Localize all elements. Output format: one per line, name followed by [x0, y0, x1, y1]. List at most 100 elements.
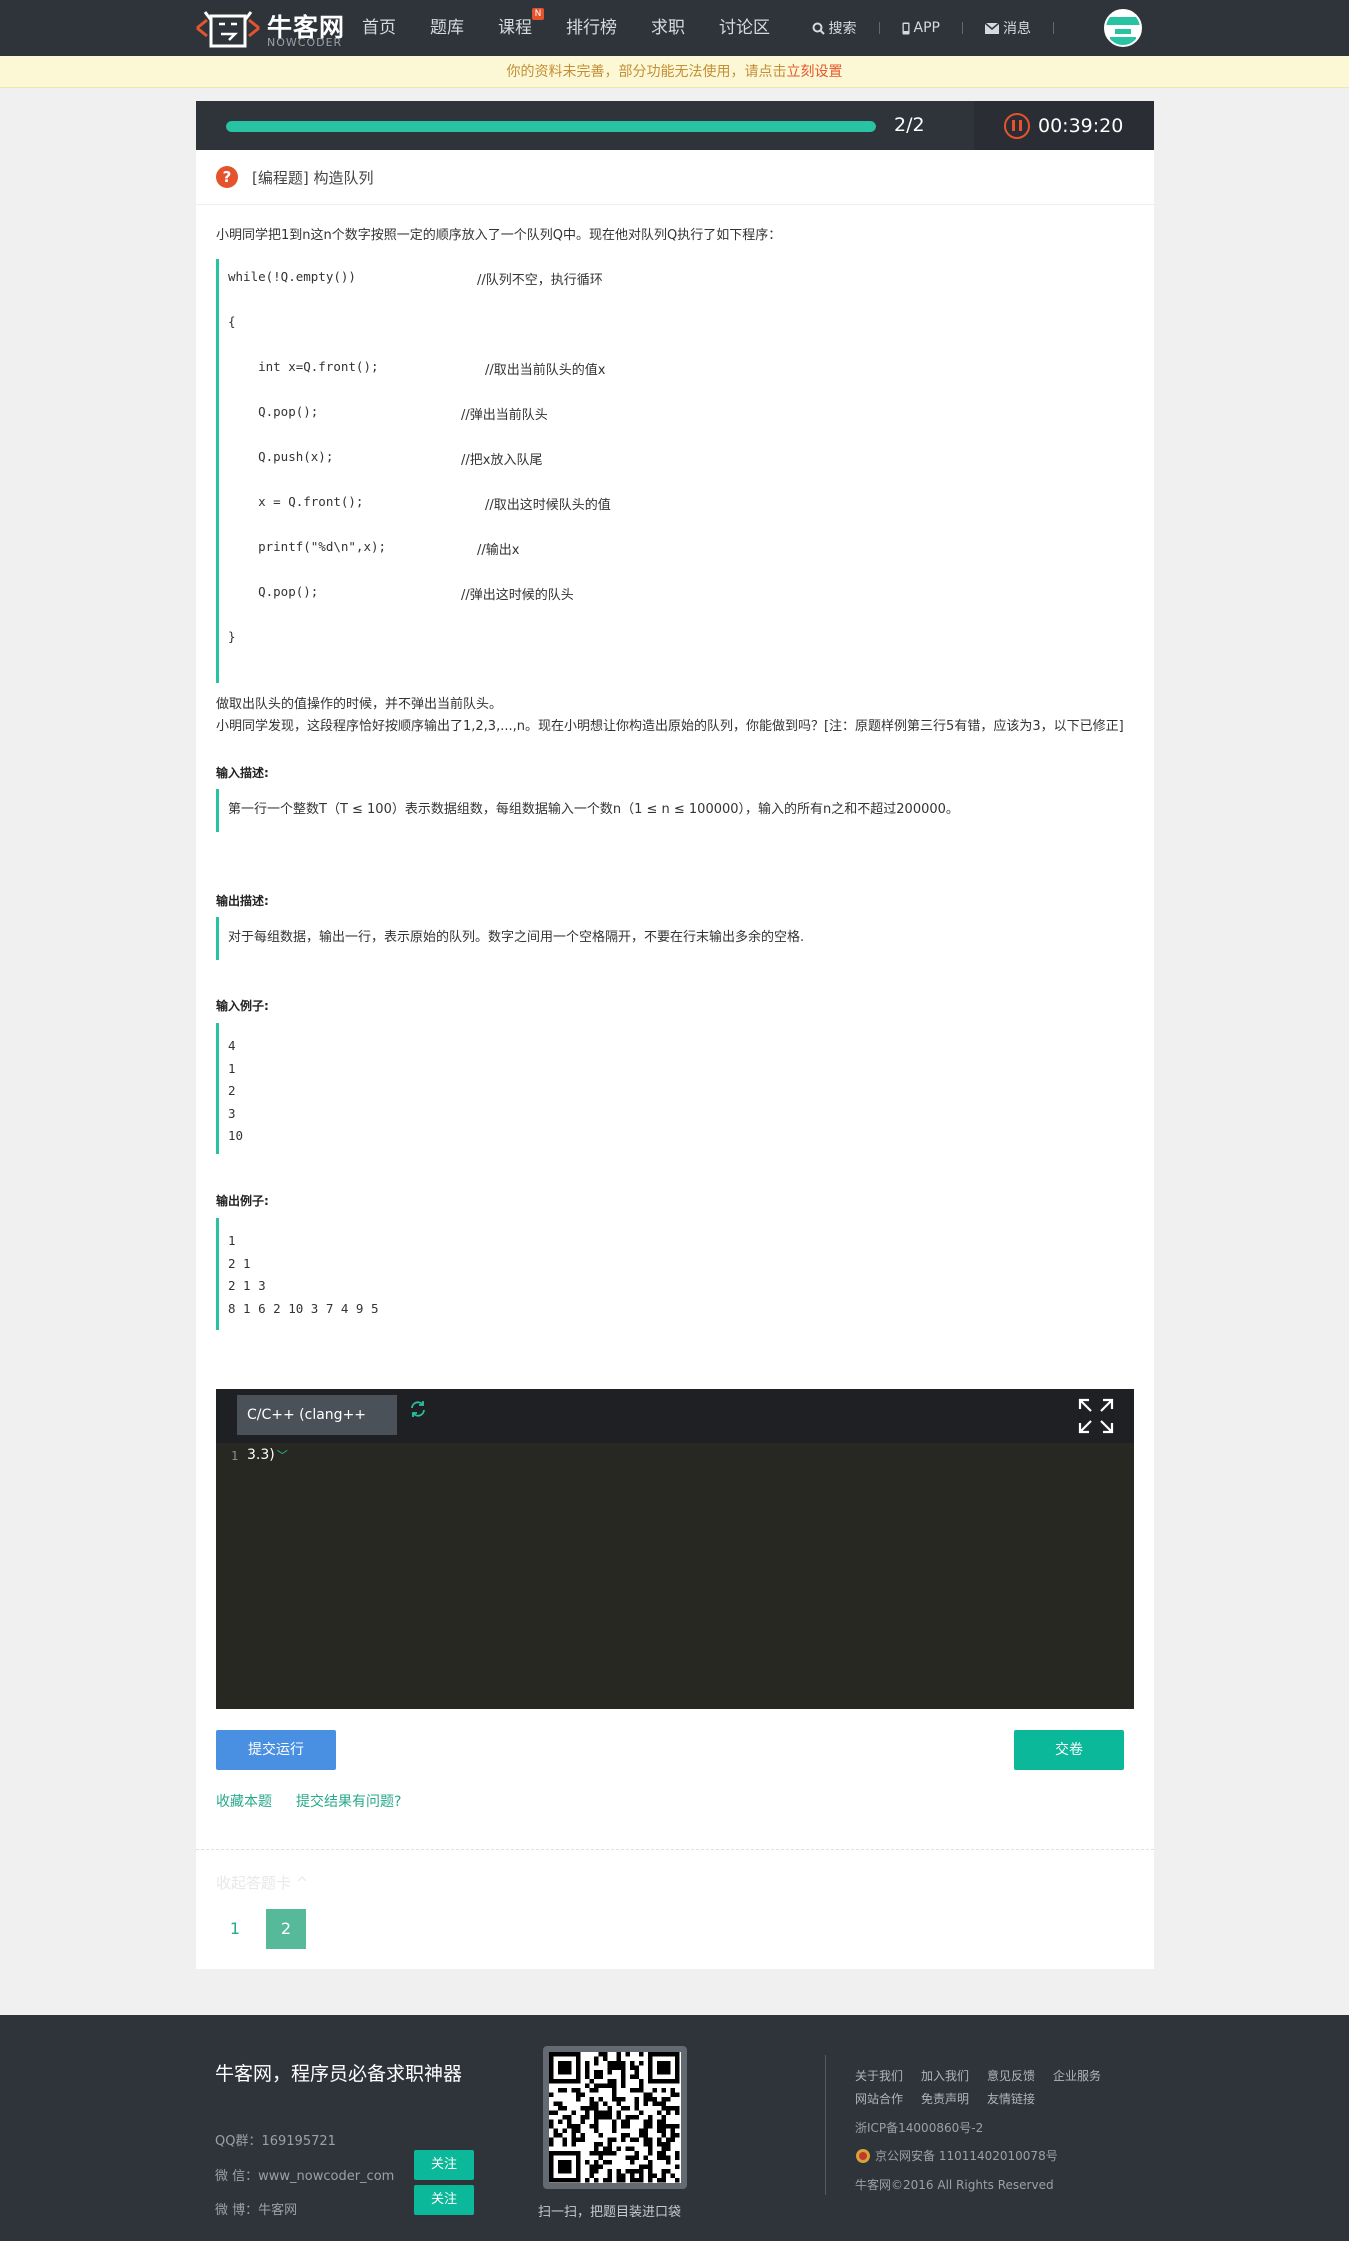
app-label: APP — [913, 20, 940, 36]
envelope-icon — [985, 22, 999, 34]
avatar[interactable] — [1104, 9, 1142, 47]
code-comment: //队列不空，执行循环 — [477, 273, 603, 288]
question-description: 小明同学发现，这段程序恰好按顺序输出了1,2,3,...,n。现在小明想让你构造… — [216, 719, 1124, 734]
code-line: } — [228, 629, 236, 644]
code-line: printf("%d\n",x); — [228, 539, 387, 554]
footer-police: 京公网安备 11011402010078号 — [855, 2147, 1058, 2164]
new-badge: N — [532, 8, 544, 20]
progress-track — [226, 121, 876, 132]
sample-input-label: 输入例子: — [216, 999, 269, 1013]
sample-input-block: 4 1 2 3 10 — [216, 1023, 1136, 1154]
nav-item-courses-label: 课程 — [498, 18, 532, 38]
input-desc-block: 第一行一个整数T（T ≤ 100）表示数据组数，每组数据输入一个数n（1 ≤ n… — [216, 789, 1136, 832]
code-comment: //把x放入队尾 — [461, 453, 543, 468]
answer-card-item[interactable]: 2 — [266, 1909, 306, 1949]
input-desc-label: 输入描述: — [216, 766, 269, 780]
code-comment: //取出当前队头的值x — [485, 363, 606, 378]
qr-code-icon — [549, 2052, 680, 2183]
qr-caption: 扫一扫，把题目装进口袋 — [538, 2205, 682, 2220]
code-line: { — [228, 314, 236, 329]
code-line: Q.pop(); — [228, 584, 319, 599]
follow-weibo-button[interactable]: 关注 — [414, 2185, 474, 2215]
qr-code — [543, 2046, 687, 2189]
question-note: 做取出队头的值操作的时候，并不弹出当前队头。 — [216, 697, 503, 712]
sample-output-label: 输出例子: — [216, 1194, 269, 1208]
footer-police-text: 京公网安备 11011402010078号 — [875, 2149, 1058, 2163]
language-select[interactable]: C/C++ (clang++ 3.3) ﹀ — [237, 1395, 397, 1463]
code-input[interactable] — [256, 1443, 1134, 1709]
logo-mark-icon — [196, 11, 260, 48]
message-link[interactable]: 消息 — [985, 18, 1031, 38]
footer-link-friends[interactable]: 友情链接 — [987, 2090, 1035, 2107]
nav-item-ranking[interactable]: 排行榜 — [566, 0, 617, 56]
submit-exam-button[interactable]: 交卷 — [1014, 1730, 1124, 1770]
reset-icon[interactable] — [408, 1399, 428, 1419]
line-number: 1 — [231, 1449, 239, 1463]
mobile-icon — [902, 22, 910, 34]
nav-item-problems[interactable]: 题库 — [430, 0, 464, 56]
nav-divider — [878, 22, 880, 34]
nav-item-courses[interactable]: 课程 N — [498, 0, 544, 56]
output-desc-text: 对于每组数据，输出一行，表示原始的队列。数字之间用一个空格隔开，不要在行末输出多… — [228, 930, 805, 945]
nav-divider — [962, 22, 963, 34]
progress-fill — [226, 121, 876, 132]
code-comment: //弹出这时候的队头 — [461, 588, 574, 603]
code-comment: //取出这时候队头的值 — [485, 498, 611, 513]
code-comment: //弹出当前队头 — [461, 408, 548, 423]
pause-icon[interactable] — [1004, 112, 1030, 139]
footer-link-join[interactable]: 加入我们 — [921, 2067, 969, 2084]
warning-text: 你的资料未完善，部分功能无法使用，请点击 — [506, 64, 787, 80]
question-header: ? [编程题] 构造队列 — [196, 150, 1154, 205]
code-line: x = Q.front(); — [228, 494, 364, 509]
footer-icp: 浙ICP备14000860号-2 — [855, 2121, 984, 2135]
code-snippet-block: while(!Q.empty()) //队列不空，执行循环 { int x=Q.… — [216, 259, 1136, 683]
profile-warning-bar: 你的资料未完善，部分功能无法使用，请点击立刻设置 — [0, 56, 1349, 88]
police-badge-icon — [856, 2148, 870, 2163]
main-nav: 首页 题库 课程 N 排行榜 求职 讨论区 — [362, 0, 804, 56]
editor-gutter — [216, 1443, 246, 1709]
sample-output-text: 1 2 1 2 1 3 8 1 6 2 10 3 7 4 9 5 — [228, 1233, 379, 1316]
nav-item-jobs[interactable]: 求职 — [651, 0, 685, 56]
search-icon — [812, 22, 825, 35]
output-desc-label: 输出描述: — [216, 894, 269, 908]
warning-settings-link[interactable]: 立刻设置 — [787, 64, 843, 80]
question-card: 2/2 00:39:20 ? [编程题] 构造队列 小明同学把1到n这n个数字按… — [196, 101, 1154, 1969]
search-label: 搜索 — [828, 21, 857, 37]
footer-link-about[interactable]: 关于我们 — [855, 2067, 903, 2084]
footer-wechat: 微 信：www_nowcoder_com — [215, 2169, 395, 2184]
nav-divider — [1053, 22, 1054, 34]
timer: 00:39:20 — [974, 101, 1154, 150]
logo[interactable]: 牛客网 NOWCODER — [195, 6, 345, 52]
search-link[interactable]: 搜索 — [812, 18, 857, 38]
sample-input-text: 4 1 2 3 10 — [228, 1038, 244, 1143]
code-line: Q.push(x); — [228, 449, 334, 464]
footer-link-feedback[interactable]: 意见反馈 — [987, 2067, 1035, 2084]
follow-wechat-button[interactable]: 关注 — [414, 2150, 474, 2180]
editor-toolbar: C/C++ (clang++ 3.3) ﹀ — [216, 1389, 1134, 1463]
nav-item-home[interactable]: 首页 — [362, 0, 396, 56]
code-line: int x=Q.front(); — [228, 359, 379, 374]
code-line: while(!Q.empty()) — [228, 269, 356, 284]
footer-divider — [825, 2055, 826, 2195]
footer-link-enterprise[interactable]: 企业服务 — [1053, 2067, 1101, 2084]
run-code-button[interactable]: 提交运行 — [216, 1730, 336, 1770]
app-link[interactable]: APP — [902, 20, 940, 36]
sample-output-block: 1 2 1 2 1 3 8 1 6 2 10 3 7 4 9 5 — [216, 1218, 1136, 1330]
nav-item-discuss[interactable]: 讨论区 — [719, 0, 770, 56]
fullscreen-icon[interactable] — [1076, 1396, 1116, 1436]
footer-copyright: 牛客网©2016 All Rights Reserved — [855, 2178, 1054, 2192]
footer-link-disclaimer[interactable]: 免责声明 — [921, 2090, 969, 2107]
collapse-answer-card[interactable]: 收起答题卡 ^ — [216, 1872, 308, 1893]
footer-link-partner[interactable]: 网站合作 — [855, 2090, 903, 2107]
code-editor: C/C++ (clang++ 3.3) ﹀ 1 — [216, 1389, 1134, 1709]
logo-subtext: NOWCODER — [267, 36, 343, 49]
answer-card-item[interactable]: 1 — [215, 1909, 255, 1949]
report-problem-link[interactable]: 提交结果有问题? — [296, 1791, 401, 1811]
input-desc-text: 第一行一个整数T（T ≤ 100）表示数据组数，每组数据输入一个数n（1 ≤ n… — [228, 802, 959, 817]
footer-qq: QQ群：169195721 — [215, 2134, 336, 2149]
progress-count: 2/2 — [894, 114, 925, 136]
question-intro: 小明同学把1到n这n个数字按照一定的顺序放入了一个队列Q中。现在他对队列Q执行了… — [216, 228, 782, 243]
favorite-link[interactable]: 收藏本题 — [216, 1791, 272, 1811]
question-mark-icon: ? — [216, 166, 238, 188]
top-navbar: 牛客网 NOWCODER 首页 题库 课程 N 排行榜 求职 讨论区 搜索 AP… — [0, 0, 1349, 56]
